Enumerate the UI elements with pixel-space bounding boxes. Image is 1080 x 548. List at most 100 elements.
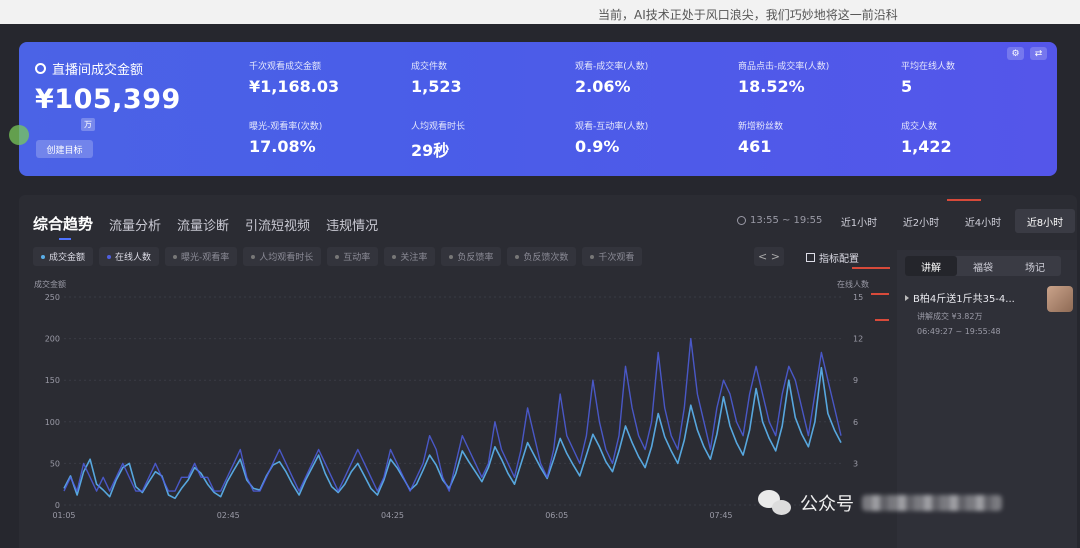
chip-follow[interactable]: 关注率 <box>384 247 436 266</box>
metric-new-followers: 新增粉丝数 461 <box>738 119 783 156</box>
wechat-icon <box>758 490 792 516</box>
dot-icon <box>107 254 112 259</box>
metric-label: 成交件数 <box>411 62 448 72</box>
chip-online[interactable]: 在线人数 <box>99 247 160 266</box>
tab-short-video[interactable]: 引流短视频 <box>245 215 310 234</box>
metric-avg-online: 平均在线人数 5 <box>901 59 955 96</box>
config-label: 指标配置 <box>819 254 859 265</box>
metric-label: 新增粉丝数 <box>738 122 784 132</box>
metric-value: 2.06% <box>575 77 631 96</box>
chip-label: 负反馈次数 <box>523 253 569 263</box>
target-icon <box>35 63 46 74</box>
series-line-online <box>63 337 842 492</box>
metric-click-conversion: 商品点击-成交率(人数) 18.52% <box>738 59 829 96</box>
left-tick-label: 150 <box>45 376 60 385</box>
cursor-indicator <box>9 125 29 145</box>
x-tick-label: 04:25 <box>381 511 404 520</box>
side-tab-notes[interactable]: 场记 <box>1009 256 1061 276</box>
x-tick-label: 06:05 <box>545 511 568 520</box>
period-8h-button[interactable]: 近8小时 <box>1015 209 1075 233</box>
metric-value: 5 <box>901 77 913 96</box>
tab-violations[interactable]: 违规情况 <box>326 215 378 234</box>
chip-negative-count[interactable]: 负反馈次数 <box>507 247 577 266</box>
chip-scroll-arrows[interactable]: < > <box>754 247 784 266</box>
left-tick-label: 0 <box>55 501 60 510</box>
metric-value: 461 <box>738 137 772 156</box>
metric-config-button[interactable]: 指标配置 <box>806 250 859 265</box>
hero-unit: 万 <box>81 118 95 131</box>
metric-value: 29秒 <box>411 141 450 160</box>
caption-text: 当前，AI技术正处于风口浪尖，我们巧妙地将这一前沿科 <box>598 8 898 22</box>
chip-watch-time[interactable]: 人均观看时长 <box>243 247 322 266</box>
hero-value: ¥105,399 <box>35 84 181 115</box>
watermark: 公众号 <box>758 490 1002 516</box>
tab-traffic-analysis[interactable]: 流量分析 <box>109 215 161 234</box>
right-tick-label: 3 <box>853 459 858 468</box>
annotation-mark <box>947 199 981 201</box>
period-4h-button[interactable]: 近4小时 <box>953 209 1013 233</box>
record-title: B柏4斤送1斤共35-4... <box>905 290 1065 305</box>
metric-buyers: 成交人数 1,422 <box>901 119 952 156</box>
clock-icon <box>737 216 746 225</box>
annotation-mark <box>852 267 890 269</box>
metric-gmv-per-thousand: 千次观看成交金额 ¥1,168.03 <box>249 59 339 96</box>
trend-tabs: 综合趋势 流量分析 流量诊断 引流短视频 违规情况 <box>33 213 378 240</box>
chip-label: 关注率 <box>400 253 428 263</box>
metric-label: 商品点击-成交率(人数) <box>738 62 830 72</box>
explain-record[interactable]: B柏4斤送1斤共35-4... 讲解成交 ¥3.82万 06:49:27 ~ 1… <box>905 290 1065 336</box>
right-tick-label: 12 <box>853 335 863 344</box>
metric-label: 平均在线人数 <box>901 62 956 72</box>
chip-label: 在线人数 <box>115 253 152 263</box>
chip-label: 曝光-观看率 <box>181 253 230 263</box>
period-2h-button[interactable]: 近2小时 <box>891 209 951 233</box>
chip-thousand-views[interactable]: 千次观看 <box>582 247 643 266</box>
metric-label: 千次观看成交金额 <box>249 62 322 72</box>
metric-value: 1,422 <box>901 137 952 156</box>
chip-interaction[interactable]: 互动率 <box>327 247 379 266</box>
period-selector: 近1小时 近2小时 近4小时 近8小时 <box>829 209 1075 233</box>
dot-icon <box>392 254 397 259</box>
left-tick-label: 250 <box>45 293 60 302</box>
side-tab-lucky-bag[interactable]: 福袋 <box>957 256 1009 276</box>
metric-label: 成交人数 <box>901 122 938 132</box>
right-tick-label: 6 <box>853 418 858 427</box>
chip-label: 成交金额 <box>49 253 86 263</box>
record-title-text: B柏4斤送1斤共35-4... <box>913 294 1015 305</box>
metric-value: 0.9% <box>575 137 620 156</box>
tab-traffic-diagnosis[interactable]: 流量诊断 <box>177 215 229 234</box>
dot-icon <box>251 254 256 259</box>
play-icon <box>905 294 909 301</box>
dot-icon <box>173 254 178 259</box>
right-tick-label: 15 <box>853 293 863 302</box>
metric-label: 观看-互动率(人数) <box>575 122 649 132</box>
create-goal-button[interactable]: 创建目标 <box>36 140 93 158</box>
chip-gmv[interactable]: 成交金额 <box>33 247 94 266</box>
metric-value: 1,523 <box>411 77 462 96</box>
side-tab-explain[interactable]: 讲解 <box>905 256 957 276</box>
metric-view-conversion: 观看-成交率(人数) 2.06% <box>575 59 648 96</box>
time-range-text: 13:55 ~ 19:55 <box>750 215 823 226</box>
metric-value: 18.52% <box>738 77 805 96</box>
gear-icon[interactable]: ⚙ <box>1007 47 1024 60</box>
metric-label: 人均观看时长 <box>411 122 466 132</box>
swap-icon[interactable]: ⇄ <box>1030 47 1047 60</box>
chip-exposure-view[interactable]: 曝光-观看率 <box>165 247 238 266</box>
metric-items-sold: 成交件数 1,523 <box>411 59 462 96</box>
hero-title: 直播间成交金额 <box>35 59 143 78</box>
x-tick-label: 01:05 <box>52 511 75 520</box>
metric-interaction-rate: 观看-互动率(人数) 0.9% <box>575 119 648 156</box>
metric-exposure-view-rate: 曝光-观看率(次数) 17.08% <box>249 119 322 156</box>
product-thumbnail <box>1047 286 1073 312</box>
metric-chips: 成交金额 在线人数 曝光-观看率 人均观看时长 互动率 关注率 负反馈率 负反馈… <box>33 247 643 266</box>
record-time: 06:49:27 ~ 19:55:48 <box>917 327 1001 336</box>
period-1h-button[interactable]: 近1小时 <box>829 209 889 233</box>
tab-overall-trend[interactable]: 综合趋势 <box>33 213 93 240</box>
card-tools: ⚙ ⇄ <box>1007 47 1047 60</box>
left-tick-label: 200 <box>45 335 60 344</box>
right-tick-label: 9 <box>853 376 858 385</box>
hero-title-text: 直播间成交金额 <box>52 63 144 78</box>
chip-negative-rate[interactable]: 负反馈率 <box>441 247 502 266</box>
record-sales: 讲解成交 ¥3.82万 <box>917 312 983 321</box>
chip-label: 负反馈率 <box>457 253 494 263</box>
kpi-card: 直播间成交金额 ¥105,399 万 创建目标 千次观看成交金额 ¥1,168.… <box>19 42 1057 176</box>
